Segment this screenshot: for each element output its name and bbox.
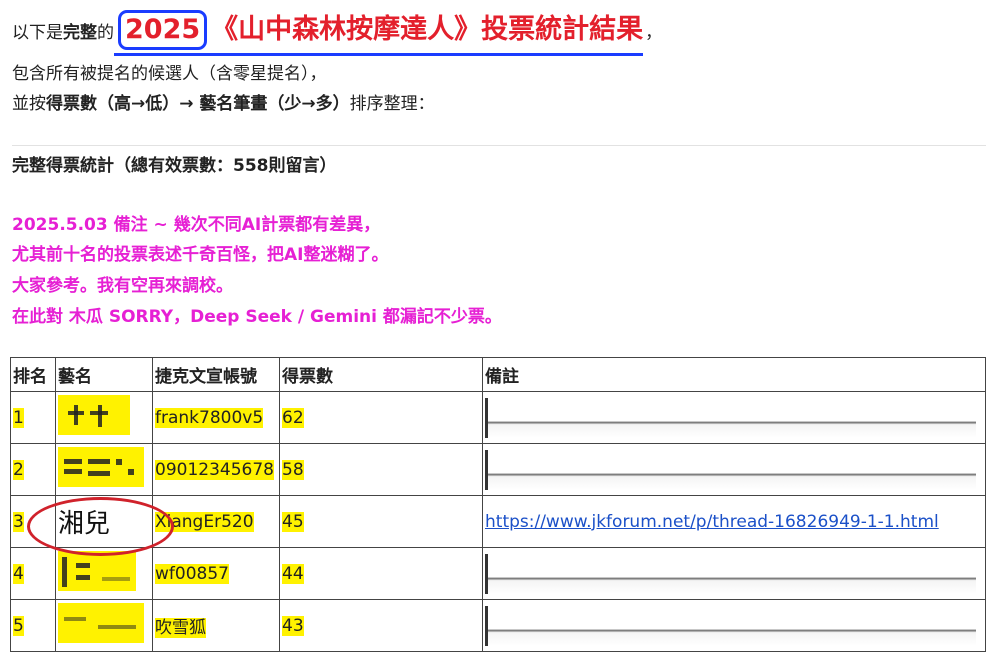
red-circle-annotation bbox=[27, 497, 174, 556]
title-comma: ， bbox=[645, 22, 663, 43]
thread-link[interactable]: https://www.jkforum.net/p/thread-1682694… bbox=[485, 512, 939, 532]
account-cell: wf00857 bbox=[155, 563, 229, 584]
votes-cell: 58 bbox=[282, 459, 304, 480]
rank-cell: 4 bbox=[13, 563, 24, 584]
year-highlight: 2025 bbox=[118, 10, 208, 50]
account-cell: 09012345678 bbox=[155, 459, 274, 480]
intro-pre-after: 的 bbox=[97, 22, 114, 43]
title-underline bbox=[114, 53, 644, 56]
header-account: 捷克文宣帳號 bbox=[152, 357, 280, 392]
intro-line-3: 並按得票數（高→低）→ 藝名筆畫（少→多）排序整理： bbox=[12, 89, 435, 114]
rank-cell: 5 bbox=[13, 615, 24, 636]
redacted-note bbox=[485, 449, 976, 490]
line3-pre: 並按 bbox=[12, 94, 46, 114]
note-line-3: 大家參考。我有空再來調校。 bbox=[12, 276, 233, 296]
redacted-note bbox=[485, 553, 976, 594]
votes-cell: 62 bbox=[282, 407, 304, 428]
line3-bold: 得票數（高→低）→ 藝名筆畫（少→多） bbox=[46, 94, 350, 114]
votes-cell: 45 bbox=[282, 511, 304, 532]
rank-cell: 1 bbox=[13, 407, 24, 428]
header-votes: 得票數 bbox=[279, 357, 483, 392]
header-note: 備註 bbox=[482, 357, 986, 392]
redacted-name bbox=[58, 395, 130, 435]
account-cell: 吹雪狐 bbox=[155, 618, 206, 638]
votes-cell: 43 bbox=[282, 615, 304, 636]
table-row: 5 吹雪狐 43 bbox=[10, 599, 986, 652]
table-row: 4 wf00857 44 bbox=[10, 547, 986, 600]
table-header-row: 排名 藝名 捷克文宣帳號 得票數 備註 bbox=[10, 357, 986, 392]
rank-cell: 2 bbox=[13, 459, 24, 480]
intro-pre: 以下是 bbox=[12, 22, 63, 43]
table-row: 1 frank7800v5 62 bbox=[10, 391, 986, 444]
redacted-name bbox=[58, 603, 144, 643]
intro-line-1: 以下是 完整的 2025 《山中森林按摩達人》投票統計結果 ， bbox=[12, 10, 663, 56]
intro-pre-bold: 完整 bbox=[63, 22, 97, 43]
table-row: 2 09012345678 58 bbox=[10, 443, 986, 496]
header-name: 藝名 bbox=[55, 357, 153, 392]
redacted-note bbox=[485, 605, 976, 646]
redacted-name bbox=[58, 551, 136, 591]
redacted-note bbox=[485, 397, 976, 438]
line3-post: 排序整理： bbox=[349, 94, 435, 114]
intro-line-2: 包含所有被提名的候選人（含零星提名）， bbox=[12, 64, 327, 84]
rank-cell: 3 bbox=[13, 511, 24, 532]
note-line-4: 在此對 木瓜 SORRY，Deep Seek / Gemini 都漏記不少票。 bbox=[12, 307, 502, 327]
title-block: 2025 《山中森林按摩達人》投票統計結果 bbox=[114, 10, 644, 56]
note-line-1: 2025.5.03 備注 ~ 幾次不同AI計票都有差異， bbox=[12, 215, 381, 235]
note-line-2: 尤其前十名的投票表述千奇百怪，把AI整迷糊了。 bbox=[12, 245, 389, 265]
redacted-name bbox=[58, 447, 144, 487]
votes-cell: 44 bbox=[282, 563, 304, 584]
vote-table: 排名 藝名 捷克文宣帳號 得票數 備註 1 frank7800v5 62 2 0… bbox=[10, 357, 986, 652]
account-cell: frank7800v5 bbox=[155, 407, 264, 428]
stats-heading: 完整得票統計（總有效票數：558則留言） bbox=[12, 156, 337, 176]
page-title: 《山中森林按摩達人》投票統計結果 bbox=[211, 14, 644, 45]
divider bbox=[12, 145, 986, 146]
header-rank: 排名 bbox=[10, 357, 56, 392]
